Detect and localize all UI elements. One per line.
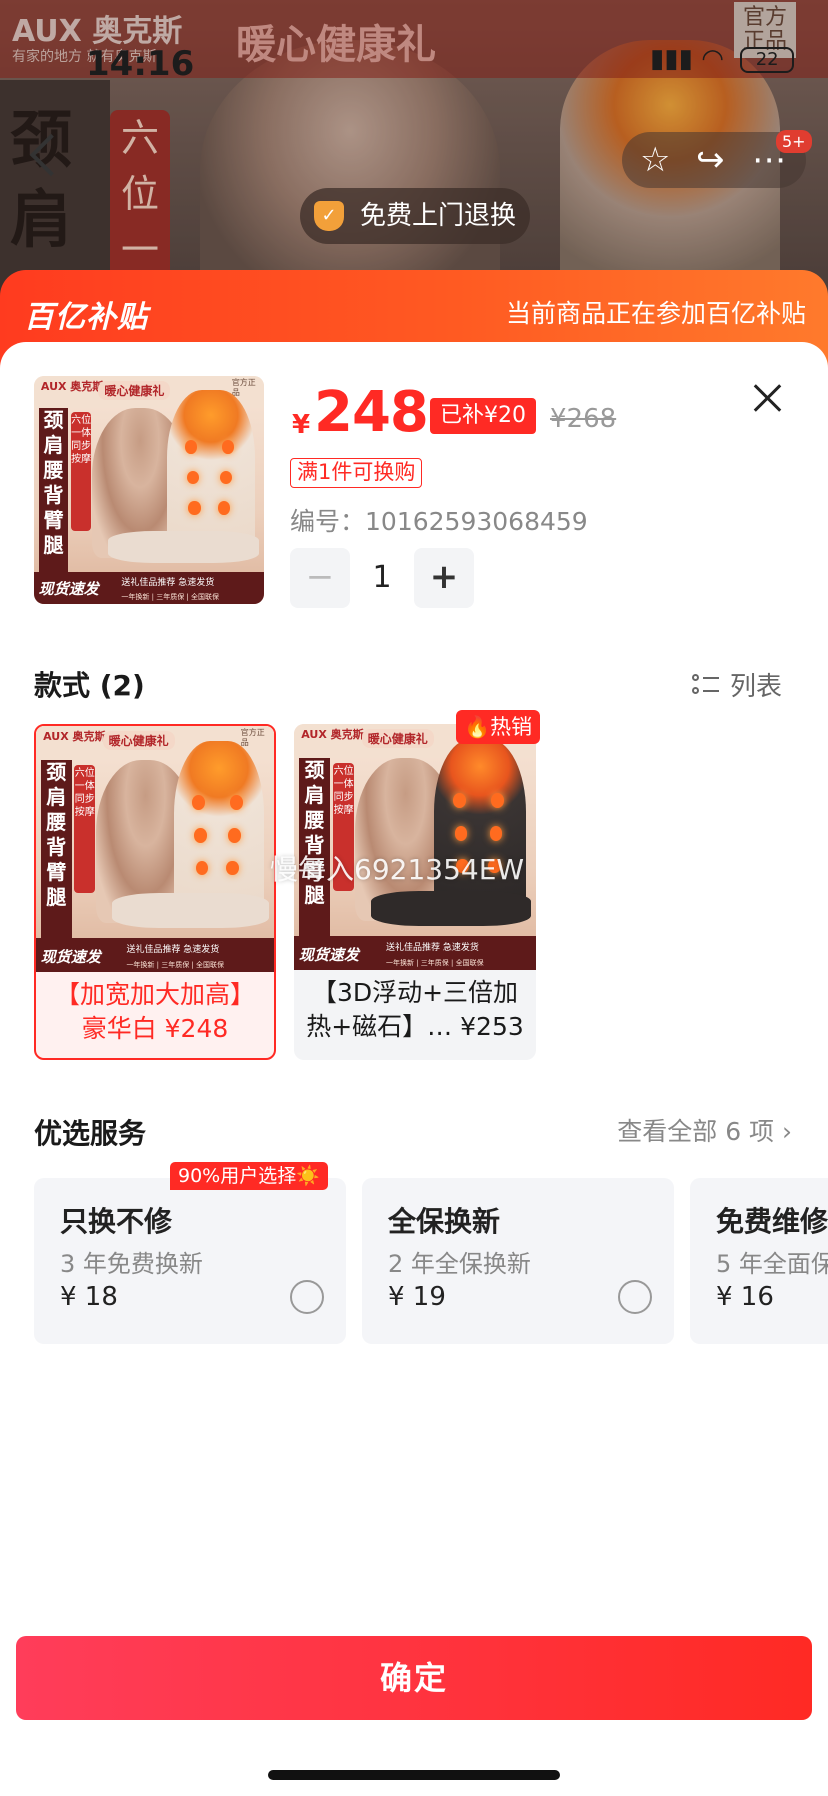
status-bar: 14:16 ▮▮▮ ◠ 22: [0, 0, 828, 120]
list-icon: [692, 674, 720, 698]
subsidy-logo: 百亿补贴: [24, 300, 148, 335]
flame-icon: 🔥: [464, 715, 491, 739]
view-all-services-link[interactable]: 查看全部 6 项 ›: [617, 1112, 792, 1148]
service-option-free-repair[interactable]: 免费维修 5 年全面保修 ¥ 16: [690, 1178, 828, 1344]
free-return-pill: ✓ 免费上门退换: [300, 188, 530, 244]
decrease-quantity-button[interactable]: −: [290, 548, 350, 608]
service-description: 5 年全面保修: [716, 1250, 828, 1278]
quantity-stepper: − 1 +: [290, 548, 474, 608]
notification-badge: 5+: [776, 130, 812, 153]
increase-quantity-button[interactable]: +: [414, 548, 474, 608]
service-name: 全保换新: [388, 1205, 501, 1238]
sku-number: 编号：10162593068459: [290, 507, 588, 536]
quantity-value[interactable]: 1: [350, 548, 414, 608]
list-view-toggle[interactable]: 列表: [692, 666, 782, 703]
original-price: ¥268: [550, 404, 617, 434]
promo-tag: 满1件可换购: [290, 458, 423, 488]
signal-icon: ▮▮▮: [650, 44, 693, 74]
product-image: AUX 奥克斯 暖心健康礼 官方正品 颈肩腰背臂腿 六位一体同步按摩 现货速发 …: [34, 376, 264, 604]
variant-label: 【加宽加大加高】豪华白 ¥248: [54, 980, 255, 1043]
subsidy-text: 当前商品正在参加百亿补贴: [505, 299, 806, 328]
service-description: 2 年全保换新: [388, 1250, 531, 1278]
status-icons: ▮▮▮ ◠ 22: [650, 44, 795, 74]
service-name: 免费维修: [716, 1205, 828, 1238]
service-price: ¥ 19: [388, 1282, 446, 1312]
variant-label: 【3D浮动+三倍加热+磁石】… ¥253: [306, 978, 524, 1041]
battery-icon: 22: [740, 46, 795, 73]
variant-image: AUX 奥克斯 暖心健康礼 颈肩腰背臂腿 六位一体同步按摩 现货速发 送礼佳品推…: [294, 724, 536, 970]
wifi-icon: ◠: [701, 44, 724, 74]
subsidy-amount-badge: 已补¥20: [430, 398, 536, 434]
services-section-title: 优选服务: [34, 1117, 147, 1150]
service-description: 3 年免费换新: [60, 1250, 203, 1278]
confirm-button[interactable]: 确定: [16, 1636, 812, 1720]
style-option-3d[interactable]: AUX 奥克斯 暖心健康礼 颈肩腰背臂腿 六位一体同步按摩 现货速发 送礼佳品推…: [294, 724, 536, 1060]
favorite-star-icon[interactable]: ☆: [640, 140, 670, 180]
price-currency: ¥: [292, 410, 311, 440]
price: 248: [314, 380, 429, 445]
close-icon[interactable]: [752, 382, 784, 414]
selected-product-thumbnail[interactable]: AUX 奥克斯 暖心健康礼 官方正品 颈肩腰背臂腿 六位一体同步按摩 现货速发 …: [34, 376, 264, 604]
service-radio[interactable]: [290, 1280, 324, 1314]
variant-image: AUX 奥克斯 暖心健康礼 官方正品 颈肩腰背臂腿 六位一体同步按摩 现货速发 …: [36, 726, 274, 972]
service-price: ¥ 18: [60, 1282, 118, 1312]
style-section-title: 款式 (2): [34, 669, 145, 702]
service-radio[interactable]: [618, 1280, 652, 1314]
service-name: 只换不修: [60, 1205, 173, 1238]
service-option-full-coverage[interactable]: 全保换新 2 年全保换新 ¥ 19: [362, 1178, 674, 1344]
service-price: ¥ 16: [716, 1282, 774, 1312]
hot-sale-badge: 🔥热销: [456, 710, 541, 744]
share-icon[interactable]: ↪: [696, 140, 725, 180]
shield-icon: ✓: [314, 201, 344, 231]
watermark-text: 慢每入6921354EW: [270, 853, 525, 886]
service-option-replace-only[interactable]: 只换不修 3 年免费换新 ¥ 18: [34, 1178, 346, 1344]
status-time: 14:16: [86, 44, 195, 84]
home-indicator: [268, 1770, 560, 1780]
style-option-white[interactable]: AUX 奥克斯 暖心健康礼 官方正品 颈肩腰背臂腿 六位一体同步按摩 现货速发 …: [34, 724, 276, 1060]
popular-choice-badge: 90%用户选择☀️: [170, 1162, 328, 1190]
